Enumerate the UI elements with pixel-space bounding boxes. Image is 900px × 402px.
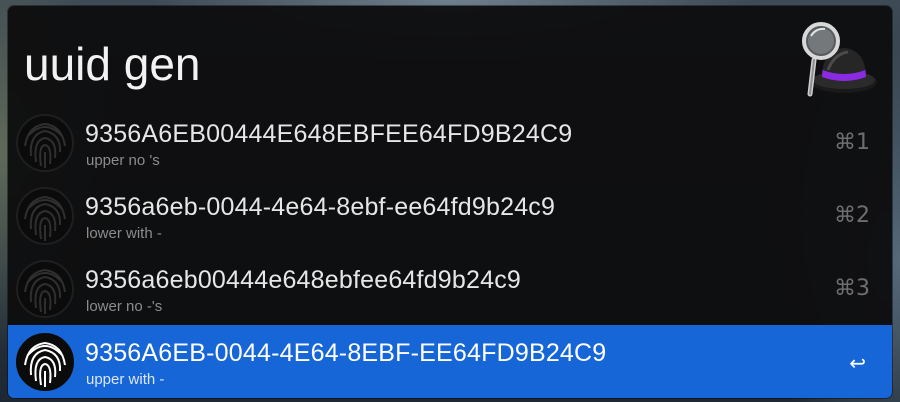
result-item[interactable]: 9356a6eb00444e648ebfee64fd9b24c9 lower n… bbox=[8, 252, 892, 325]
result-title: 9356A6EB-0044-4E64-8EBF-EE64FD9B24C9 bbox=[85, 339, 607, 367]
result-title: 9356a6eb-0044-4e64-8ebf-ee64fd9b24c9 bbox=[85, 193, 556, 221]
shortcut-hint: ⌘3 bbox=[834, 276, 870, 301]
fingerprint-icon bbox=[16, 260, 74, 318]
alfred-window: 9356A6EB00444E648EBFEE64FD9B24C9 upper n… bbox=[8, 6, 892, 398]
result-subtitle: upper no 's bbox=[86, 152, 160, 169]
fingerprint-icon bbox=[16, 187, 74, 245]
result-subtitle: lower no -'s bbox=[86, 298, 163, 315]
result-item[interactable]: 9356A6EB00444E648EBFEE64FD9B24C9 upper n… bbox=[8, 106, 892, 179]
result-item-selected[interactable]: 9356A6EB-0044-4E64-8EBF-EE64FD9B24C9 upp… bbox=[8, 325, 892, 398]
alfred-hat-magnifier-icon[interactable] bbox=[794, 20, 878, 100]
fingerprint-icon bbox=[16, 114, 74, 172]
result-item[interactable]: 9356a6eb-0044-4e64-8ebf-ee64fd9b24c9 low… bbox=[8, 179, 892, 252]
return-icon: ↩ bbox=[849, 351, 866, 375]
fingerprint-icon bbox=[16, 333, 74, 391]
result-subtitle: upper with - bbox=[86, 371, 165, 388]
shortcut-hint: ⌘1 bbox=[834, 130, 870, 155]
result-title: 9356A6EB00444E648EBFEE64FD9B24C9 bbox=[85, 120, 573, 148]
results-list: 9356A6EB00444E648EBFEE64FD9B24C9 upper n… bbox=[8, 106, 892, 398]
result-subtitle: lower with - bbox=[86, 225, 162, 242]
result-title: 9356a6eb00444e648ebfee64fd9b24c9 bbox=[85, 266, 522, 294]
shortcut-hint: ⌘2 bbox=[834, 203, 870, 228]
search-input[interactable] bbox=[24, 34, 764, 94]
